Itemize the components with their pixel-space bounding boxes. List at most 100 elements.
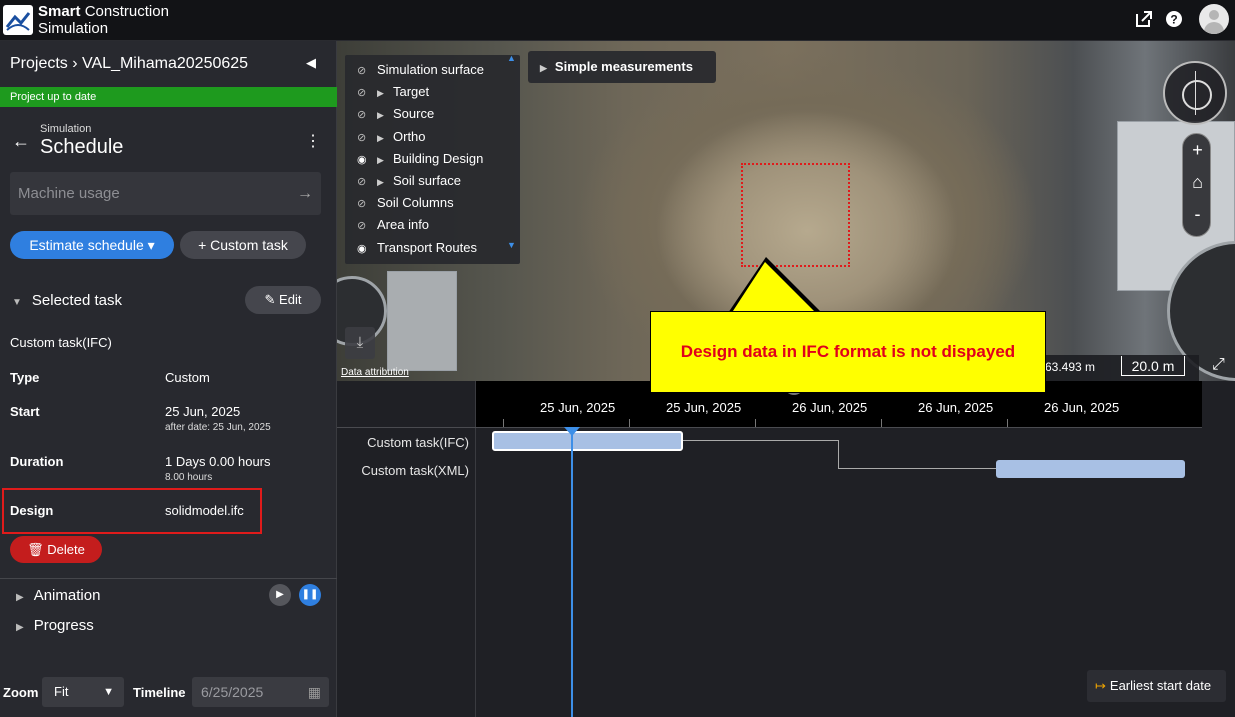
earliest-start-date-button[interactable]: ↦ Earliest start date	[1087, 670, 1226, 702]
duration-label: Duration	[10, 454, 64, 469]
timeline-divider	[475, 381, 476, 717]
eye-icon[interactable]: ◉	[357, 239, 371, 259]
layer-label: Soil Columns	[377, 195, 454, 211]
arrow-right-icon: →	[297, 185, 313, 202]
svg-text:?: ?	[1170, 13, 1177, 27]
eye-off-icon[interactable]: ⊘	[357, 61, 371, 81]
scroll-up-icon[interactable]: ▲	[507, 53, 516, 63]
eye-off-icon[interactable]: ⊘	[357, 105, 371, 125]
eye-off-icon[interactable]: ⊘	[357, 128, 371, 148]
edit-button[interactable]: ✎ Edit	[245, 286, 321, 314]
custom-task-button[interactable]: + Custom task	[180, 231, 306, 259]
eye-icon[interactable]: ◉	[357, 150, 371, 170]
type-value: Custom	[165, 370, 210, 385]
zoom-in-button[interactable]: +	[1183, 140, 1212, 161]
page-title: Schedule	[40, 136, 124, 158]
chevron-right-icon[interactable]: ▶	[377, 128, 387, 148]
divider	[0, 578, 337, 579]
back-arrow-icon[interactable]: ←	[12, 131, 30, 152]
play-icon[interactable]: ▶	[269, 584, 291, 606]
eye-off-icon[interactable]: ⊘	[357, 194, 371, 214]
timeline-date: 26 Jun, 2025	[1044, 400, 1120, 415]
pencil-icon: ✎	[264, 292, 280, 307]
timeline-date: 25 Jun, 2025	[540, 400, 616, 415]
chevron-right-icon: ▶	[16, 622, 24, 633]
trash-icon: 🗑	[27, 542, 48, 557]
eye-off-icon[interactable]: ⊘	[357, 172, 371, 192]
delete-button[interactable]: 🗑 Delete	[10, 536, 102, 563]
chevron-down-icon: ▼	[103, 686, 114, 698]
pause-icon[interactable]: ❚❚	[299, 584, 321, 606]
chevron-right-icon[interactable]: ▶	[377, 172, 387, 192]
current-time-line	[571, 427, 573, 717]
timeline-tick	[629, 419, 630, 427]
section-label: Simulation	[40, 123, 92, 135]
current-time-marker[interactable]	[564, 427, 580, 436]
task-bar-ifc[interactable]	[492, 431, 683, 451]
scroll-down-icon[interactable]: ▼	[507, 240, 516, 250]
zoom-label: Zoom	[3, 685, 39, 700]
duration-sub: 8.00 hours	[165, 472, 213, 483]
task-row-label: Custom task(IFC)	[367, 435, 469, 450]
scale-readout: 20.0 m	[1121, 356, 1185, 376]
simple-measurements-toggle[interactable]: ▶ Simple measurements	[528, 51, 716, 83]
machine-usage-field[interactable]: Machine usage →	[10, 172, 321, 215]
more-menu-icon[interactable]: ⋮	[305, 131, 321, 151]
timeline-tick	[503, 419, 504, 427]
arrow-to-line-icon: ↦	[1095, 678, 1106, 693]
layer-item[interactable]: ◉ ▶ Building Design	[357, 149, 483, 169]
layer-item[interactable]: ⊘ ▶ Source	[357, 104, 434, 124]
layer-item[interactable]: ◉ Transport Routes	[357, 238, 477, 258]
help-icon[interactable]: ?	[1164, 10, 1184, 30]
dependency-connector	[838, 468, 996, 469]
zoom-select[interactable]: Fit ▼	[42, 677, 124, 707]
task-name: Custom task(IFC)	[10, 335, 112, 350]
layer-item[interactable]: ⊘ ▶ Soil surface	[357, 171, 461, 191]
timeline-tick	[881, 419, 882, 427]
chevron-down-icon: ▼	[12, 297, 22, 308]
eye-off-icon[interactable]: ⊘	[357, 216, 371, 236]
project-status-bar: Project up to date	[0, 87, 337, 107]
dependency-connector	[683, 440, 839, 441]
layer-item[interactable]: ⊘ ▶ Ortho	[357, 127, 426, 147]
breadcrumb[interactable]: Projects › VAL_Mihama20250625	[10, 55, 248, 73]
estimate-schedule-button[interactable]: Estimate schedule ▾	[10, 231, 174, 259]
selected-task-toggle[interactable]: ▼ Selected task	[12, 292, 122, 309]
chevron-right-icon[interactable]: ▶	[377, 150, 387, 170]
download-icon[interactable]: ⤓	[345, 327, 375, 359]
top-bar: Smart Construction Simulation ?	[0, 0, 1235, 41]
eye-off-icon[interactable]: ⊘	[357, 83, 371, 103]
data-attribution-link[interactable]: Data attribution	[341, 367, 409, 378]
animation-toggle[interactable]: ▶ Animation	[16, 587, 100, 604]
timeline-date-input[interactable]: 6/25/2025 ▦	[192, 677, 329, 707]
timeline-date: 25 Jun, 2025	[666, 400, 742, 415]
fullscreen-icon[interactable]: ⤢	[1212, 356, 1225, 374]
task-bar-xml[interactable]	[996, 460, 1185, 478]
timeline-date: 26 Jun, 2025	[918, 400, 994, 415]
progress-toggle[interactable]: ▶ Progress	[16, 617, 94, 634]
chevron-right-icon[interactable]: ▶	[377, 83, 387, 103]
chevron-right-icon: ▶	[16, 592, 24, 603]
type-label: Type	[10, 370, 40, 385]
home-icon[interactable]: ⌂	[1183, 172, 1212, 193]
calendar-icon[interactable]: ▦	[308, 677, 321, 707]
layer-label: Transport Routes	[377, 239, 477, 255]
brand-subtitle: Simulation	[38, 20, 109, 37]
compass-icon[interactable]	[1163, 61, 1227, 125]
external-link-icon[interactable]	[1134, 10, 1154, 30]
layer-item[interactable]: ⊘ ▶ Target	[357, 82, 429, 102]
chevron-right-icon[interactable]: ▶	[377, 105, 387, 125]
user-avatar[interactable]	[1199, 4, 1229, 34]
highlight-box	[741, 163, 850, 267]
zoom-out-button[interactable]: -	[1183, 204, 1212, 225]
layer-item[interactable]: ⊘ Soil Columns	[357, 193, 454, 213]
layer-label: Simulation surface	[377, 62, 484, 77]
map-building	[387, 271, 457, 371]
timeline-tick	[755, 419, 756, 427]
scale-bar: 63.493 m 20.0 m	[1039, 355, 1199, 381]
annotation-callout: Design data in IFC format is not dispaye…	[650, 311, 1046, 393]
layer-item[interactable]: ⊘ Area info	[357, 215, 429, 235]
collapse-panel-icon[interactable]: ◀	[306, 55, 316, 71]
layer-label: Source	[393, 106, 435, 122]
layer-item[interactable]: ⊘ Simulation surface	[357, 60, 484, 80]
